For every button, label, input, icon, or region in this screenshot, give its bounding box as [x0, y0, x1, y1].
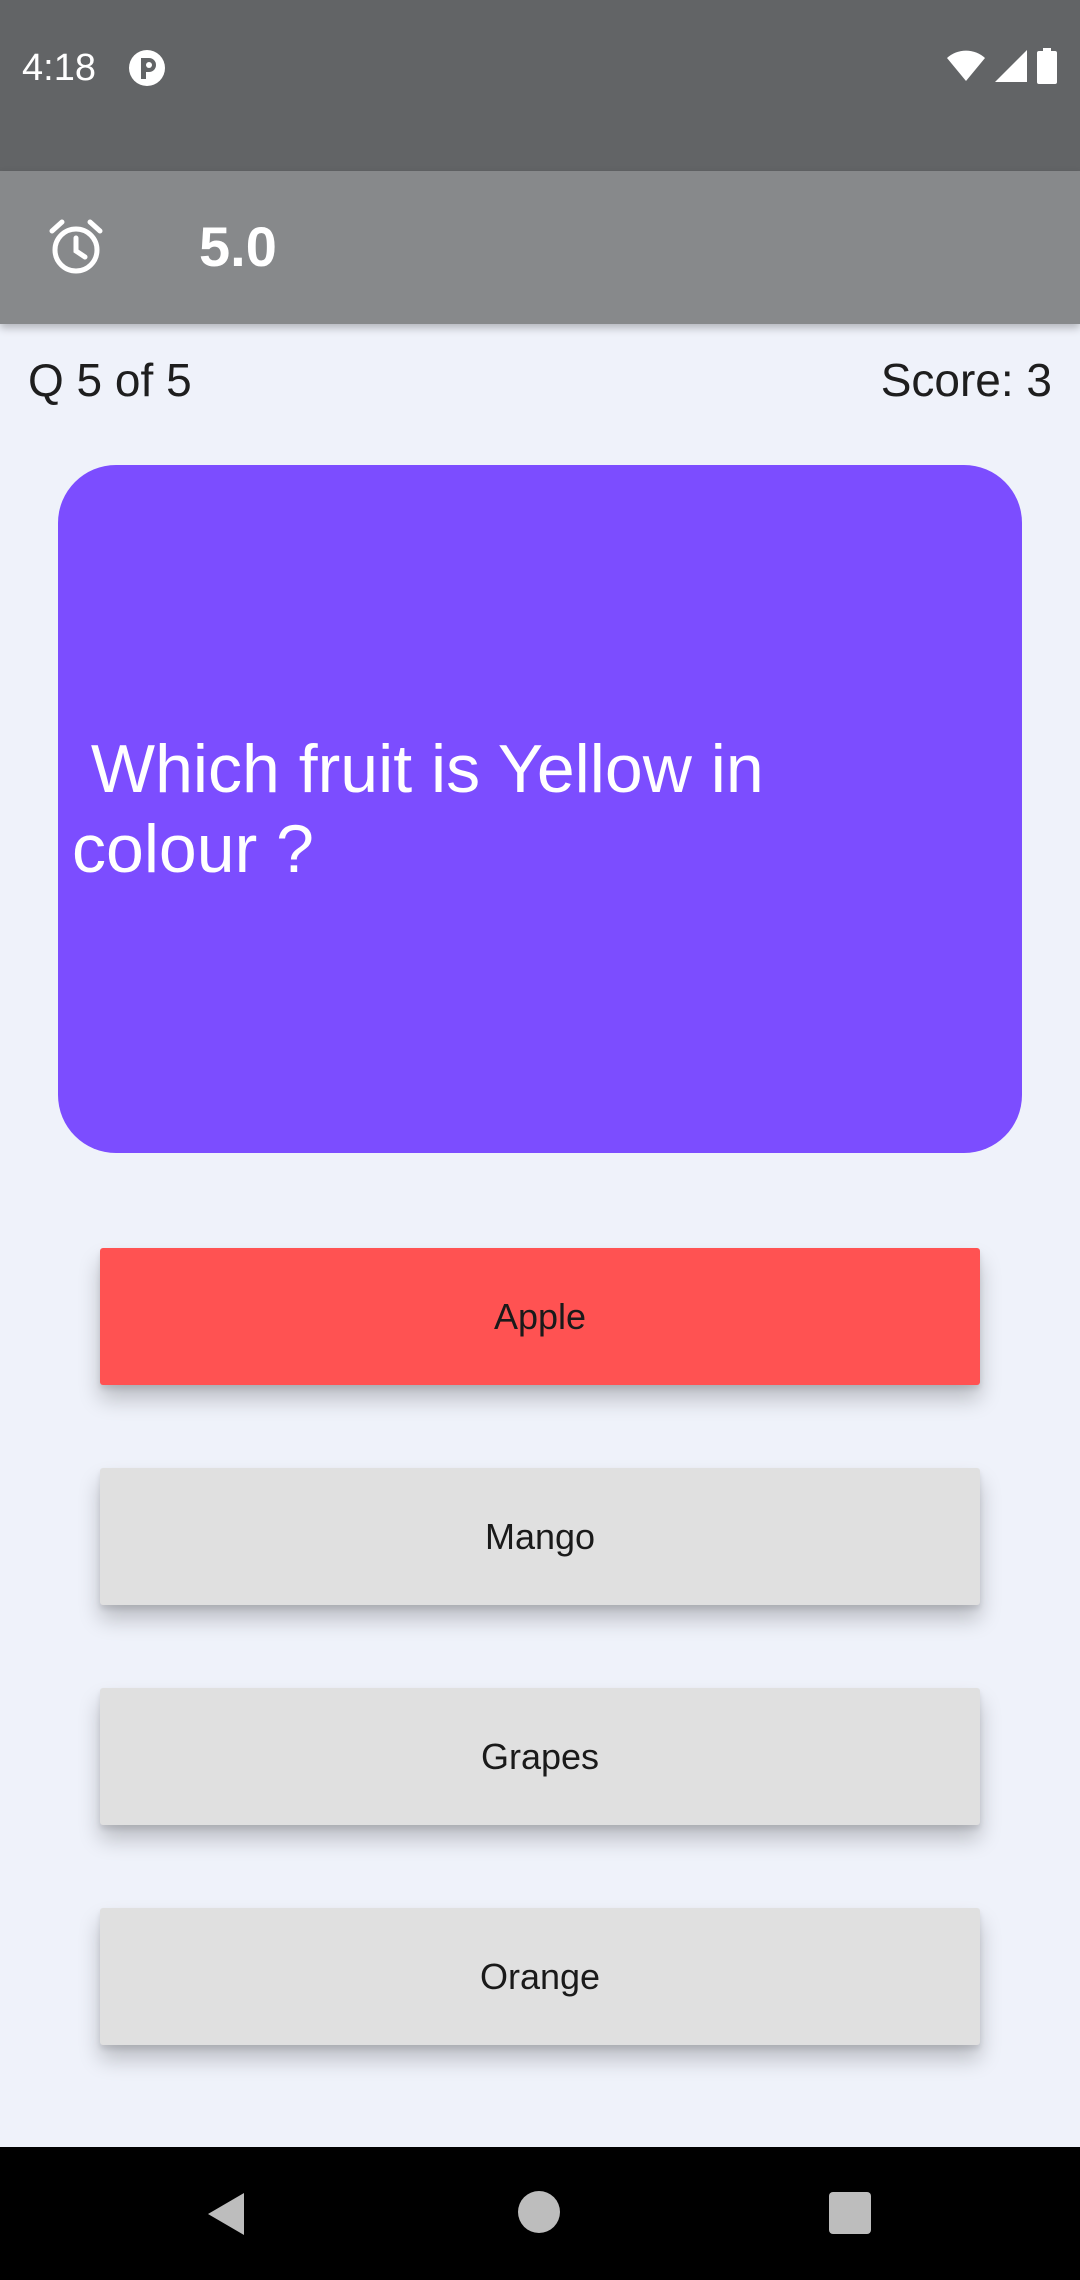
option-apple-button[interactable]: Apple — [100, 1248, 980, 1385]
alarm-clock-icon — [46, 217, 106, 277]
status-icons — [946, 47, 1058, 89]
timer-value: 5.0 — [199, 215, 277, 278]
home-icon[interactable] — [518, 2191, 560, 2233]
quiz-screen: 4:18 5.0 Q 5 of 5 Score: 3 Which fruit i… — [0, 0, 1080, 2280]
quiz-info-row: Q 5 of 5 Score: 3 — [28, 352, 1052, 408]
system-nav-bar — [0, 2147, 1080, 2280]
option-mango-button[interactable]: Mango — [100, 1468, 980, 1605]
question-text: Which fruit is Yellow in colour ? — [72, 731, 764, 887]
score-label: Score: 3 — [880, 354, 1052, 406]
question-progress: Q 5 of 5 — [28, 354, 192, 406]
app-bar: 5.0 — [0, 171, 1080, 324]
option-grapes-button[interactable]: Grapes — [100, 1688, 980, 1825]
status-bar: 4:18 — [0, 0, 1080, 171]
battery-icon — [1036, 47, 1058, 89]
question-card: Which fruit is Yellow in colour ? — [58, 465, 1022, 1153]
status-time: 4:18 — [22, 47, 96, 89]
app-notification-icon — [128, 49, 166, 87]
option-orange-button[interactable]: Orange — [100, 1908, 980, 2045]
back-icon[interactable] — [204, 2191, 250, 2237]
cell-signal-icon — [994, 49, 1028, 88]
recents-icon[interactable] — [829, 2192, 871, 2234]
wifi-icon — [946, 49, 986, 88]
